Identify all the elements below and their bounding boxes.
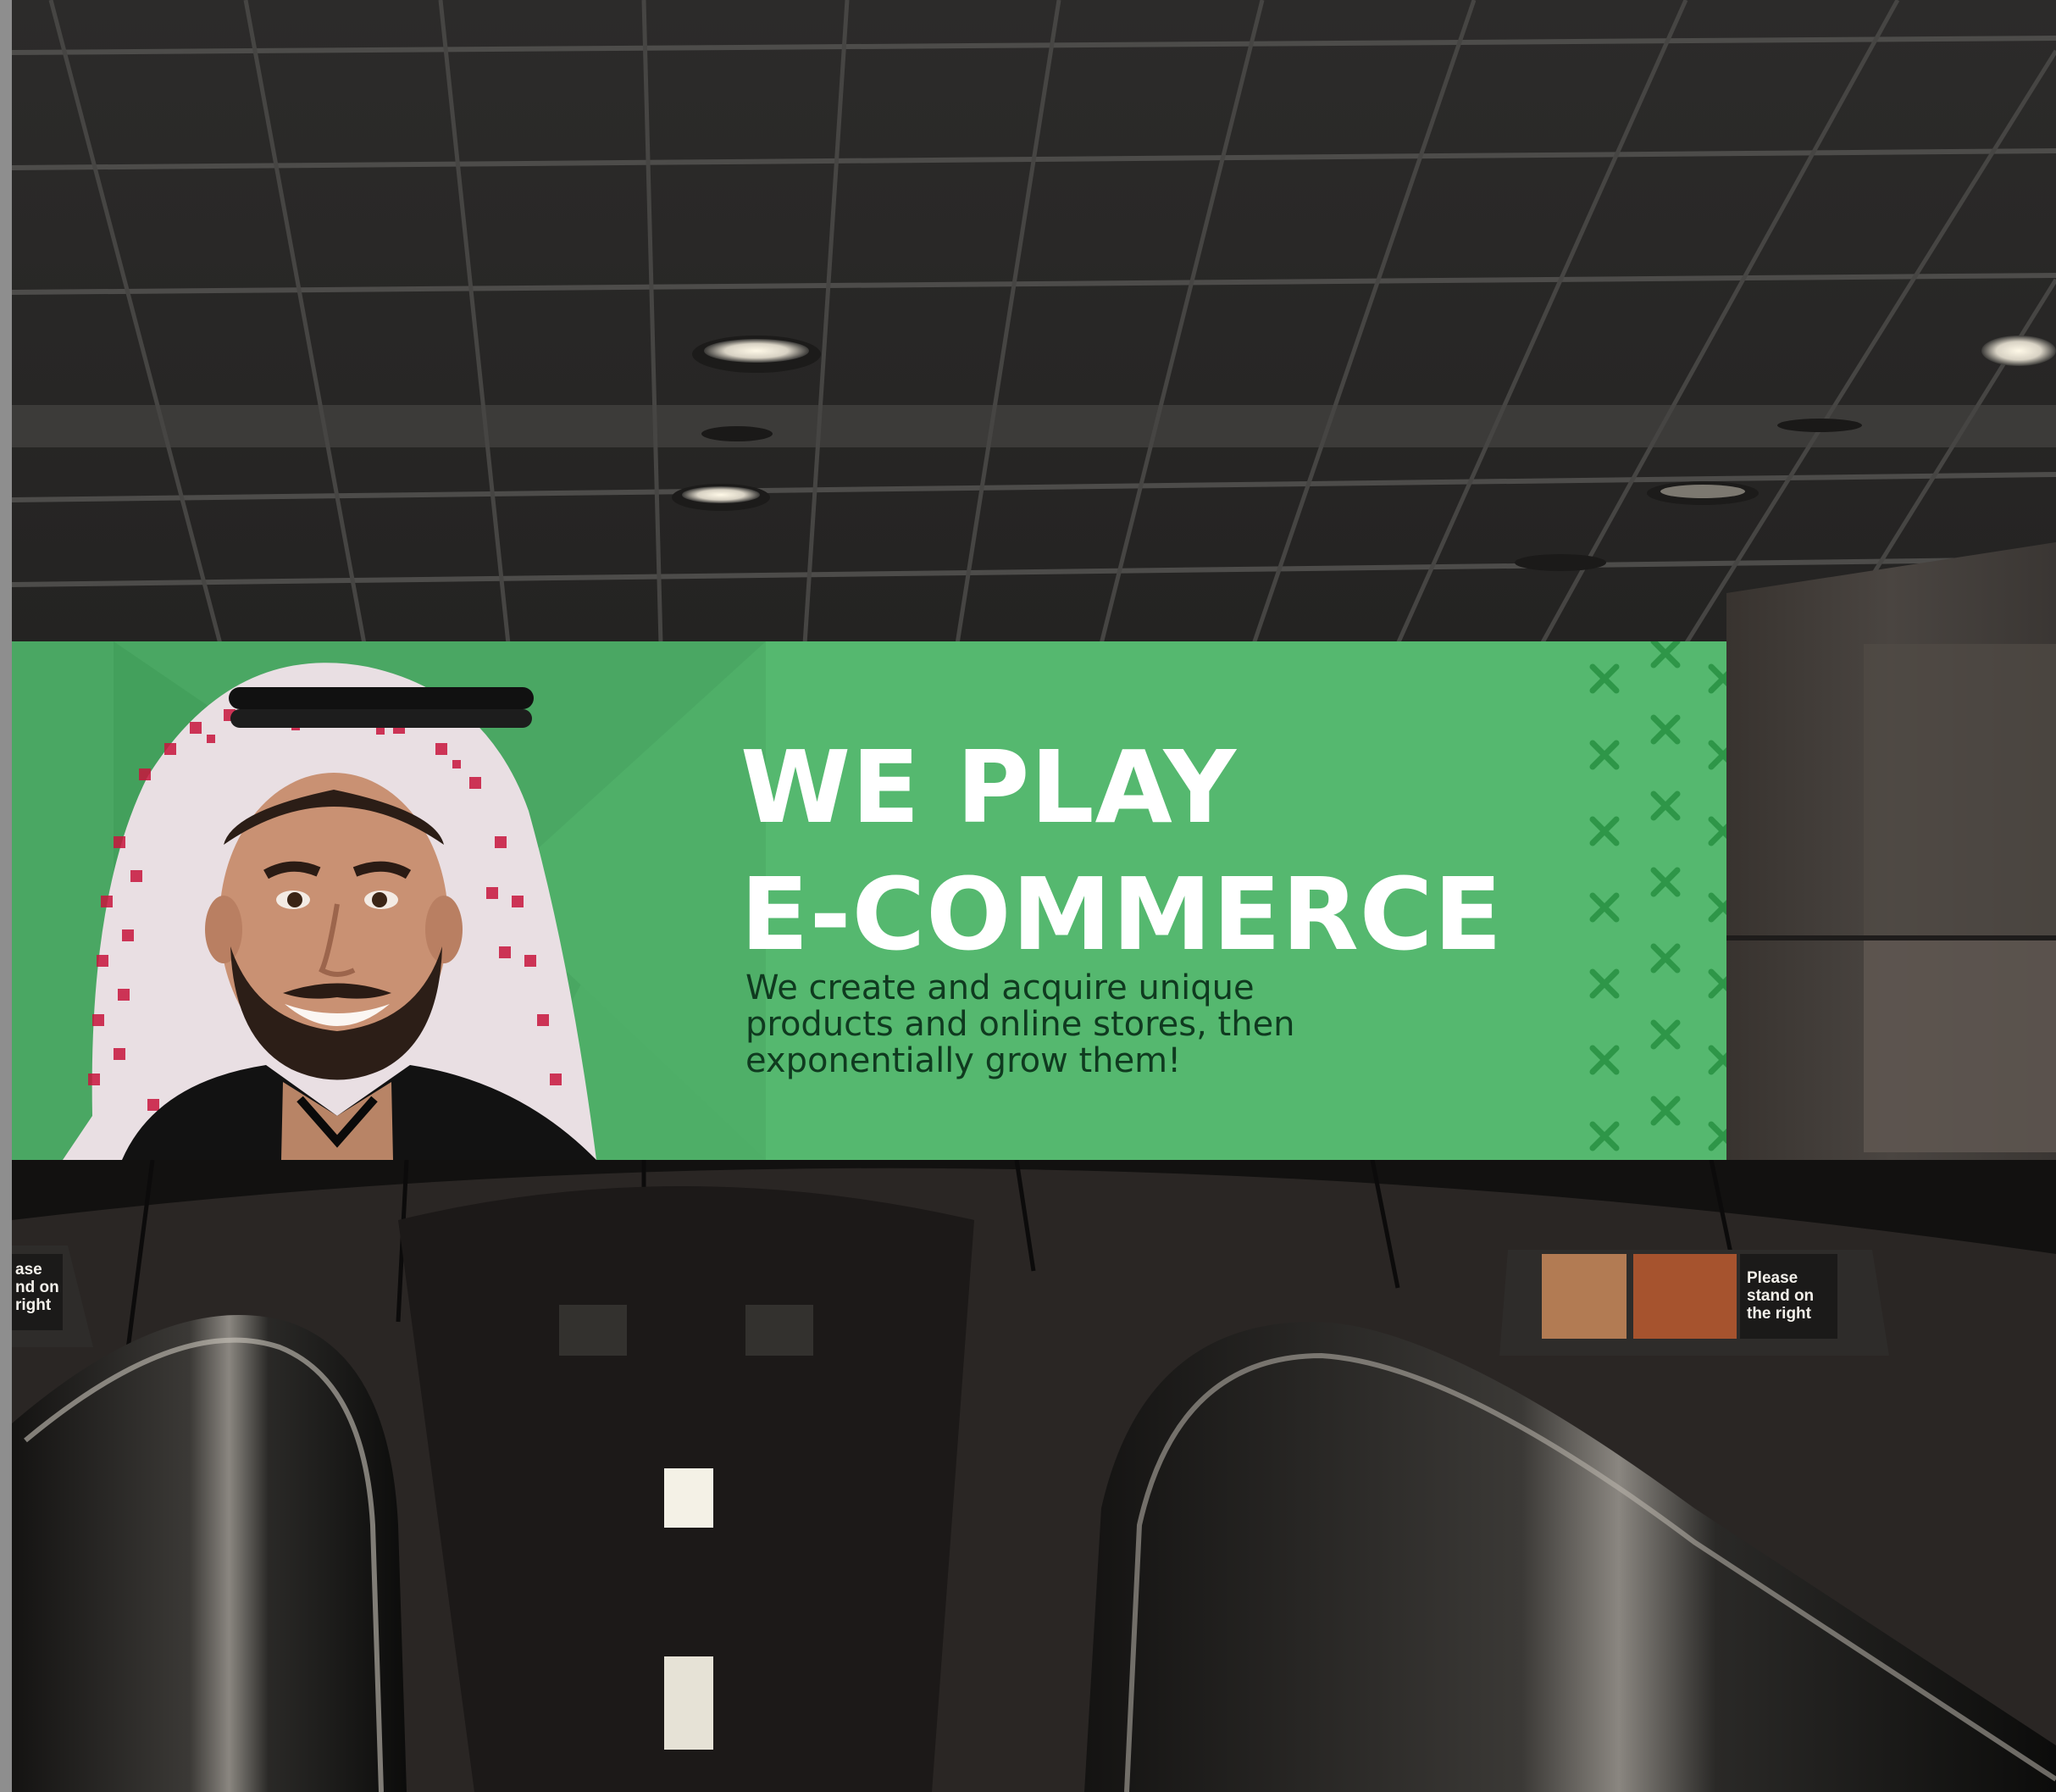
x-pattern-icon bbox=[1589, 641, 1726, 1151]
billboard: WE PLAY E-COMMERCE We create and acquire… bbox=[12, 641, 1726, 1160]
billboard-subcopy: We create and acquire unique products an… bbox=[745, 968, 1295, 1080]
left-escalator-sign: ase nd on right bbox=[15, 1261, 59, 1314]
subway-escalator-scene: ase nd on right Please stand on the righ… bbox=[0, 0, 2056, 1792]
billboard-headline: WE PLAY E-COMMERCE bbox=[740, 729, 1504, 973]
right-escalator-sign: Please stand on the right bbox=[1747, 1269, 1815, 1323]
